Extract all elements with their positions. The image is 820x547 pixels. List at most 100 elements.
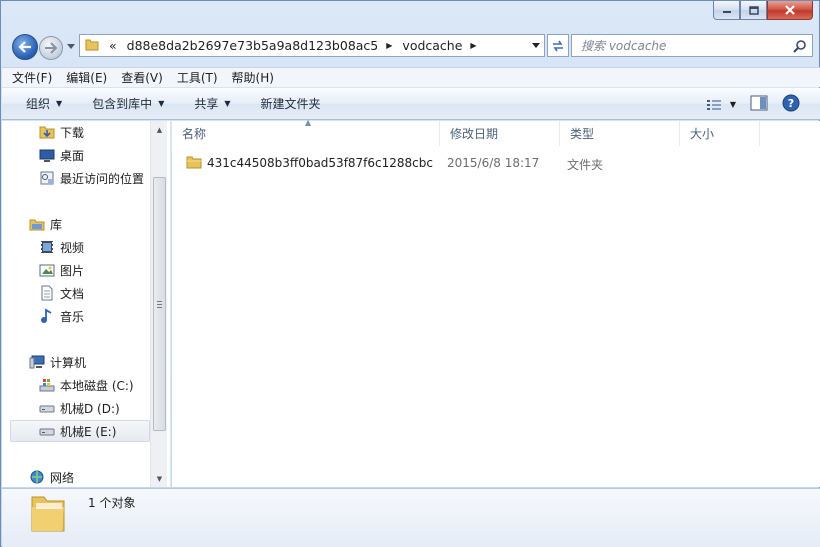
library-icon xyxy=(29,216,45,232)
share-button[interactable]: 共享 ▼ xyxy=(194,95,230,112)
nav-item-label: 下载 xyxy=(60,125,85,140)
sort-ascending-icon: ▲ xyxy=(305,118,312,127)
column-header-modified[interactable]: 修改日期 xyxy=(440,121,560,146)
folder-icon xyxy=(85,37,99,54)
column-size-label: 大小 xyxy=(690,127,715,141)
menu-edit[interactable]: 编辑(E) xyxy=(66,69,107,86)
new-folder-button[interactable]: 新建文件夹 xyxy=(261,95,321,112)
change-view-button[interactable]: ▼ xyxy=(706,98,736,112)
nav-item-music[interactable]: 音乐 xyxy=(39,305,150,327)
breadcrumb-separator-icon[interactable]: ▶ xyxy=(386,41,392,50)
column-header-size[interactable]: 大小 xyxy=(680,121,760,146)
breadcrumb-overflow[interactable]: « xyxy=(109,38,117,53)
nav-item-drive-c[interactable]: 本地磁盘 (C:) xyxy=(39,374,150,396)
nav-item-label: 机械E (E:) xyxy=(60,424,117,439)
command-bar: 组织 ▼ 包含到库中 ▼ 共享 ▼ 新建文件夹 ▼ ? xyxy=(2,88,820,120)
nav-item-label: 最近访问的位置 xyxy=(60,171,145,186)
drive-icon xyxy=(39,400,55,416)
folder-icon xyxy=(28,491,68,538)
minimize-icon xyxy=(722,11,731,13)
navigation-tree: 下载 桌面 最近访问的位置 库 视频 图片 文档 音乐 计算机 本地磁盘 (C:… xyxy=(2,121,150,487)
nav-item-computer[interactable]: 计算机 xyxy=(29,351,150,373)
music-icon xyxy=(39,308,55,324)
caption-buttons xyxy=(713,1,813,20)
nav-item-label: 桌面 xyxy=(60,148,85,163)
scrollbar-thumb[interactable] xyxy=(153,177,166,431)
column-header-type[interactable]: 类型 xyxy=(560,121,680,146)
file-row[interactable]: 431c44508b3ff0bad53f87f6c1288cbc 2015/6/… xyxy=(184,154,814,174)
breadcrumb: « d88e8da2b2697e73b5a9a8d123b08ac5 ▶ vod… xyxy=(109,38,487,53)
address-bar[interactable]: « d88e8da2b2697e73b5a9a8d123b08ac5 ▶ vod… xyxy=(79,34,545,57)
nav-item-recent[interactable]: 最近访问的位置 xyxy=(39,167,150,189)
organize-button[interactable]: 组织 ▼ xyxy=(26,95,62,112)
organize-label: 组织 xyxy=(26,97,51,111)
item-count: 1 个对象 xyxy=(88,496,136,510)
maximize-button[interactable] xyxy=(740,1,767,20)
chevron-down-icon: ▼ xyxy=(224,99,231,108)
nav-item-drive-d[interactable]: 机械D (D:) xyxy=(39,397,150,419)
scroll-down-icon[interactable]: ▼ xyxy=(151,470,168,487)
help-icon: ? xyxy=(782,94,800,112)
nav-item-documents[interactable]: 文档 xyxy=(39,282,150,304)
documents-icon xyxy=(39,285,55,301)
address-dropdown[interactable] xyxy=(528,35,544,56)
nav-item-downloads[interactable]: 下载 xyxy=(39,121,150,143)
navigation-scrollbar[interactable]: ▲ ▼ xyxy=(150,121,167,487)
breadcrumb-separator-icon[interactable]: ▶ xyxy=(470,41,476,50)
details-view-icon xyxy=(706,99,721,110)
menu-view[interactable]: 查看(V) xyxy=(121,69,163,86)
scroll-up-icon[interactable]: ▲ xyxy=(151,121,168,138)
search-input[interactable]: 搜索 vodcache xyxy=(571,34,813,57)
nav-item-drive-e[interactable]: 机械E (E:) xyxy=(10,420,150,442)
nav-item-label: 本地磁盘 (C:) xyxy=(60,378,134,393)
chevron-down-icon: ▼ xyxy=(56,99,63,108)
breadcrumb-item[interactable]: d88e8da2b2697e73b5a9a8d123b08ac5 xyxy=(127,38,379,53)
nav-item-libraries[interactable]: 库 xyxy=(29,213,150,235)
menu-help[interactable]: 帮助(H) xyxy=(232,69,274,86)
help-button[interactable]: ? xyxy=(782,94,800,115)
nav-item-network[interactable]: 网络 xyxy=(29,466,150,487)
download-folder-icon xyxy=(39,124,55,140)
preview-pane-button[interactable] xyxy=(750,95,768,114)
file-type: 文件夹 xyxy=(567,158,604,172)
nav-item-label: 库 xyxy=(50,217,63,232)
recent-pages-dropdown[interactable] xyxy=(66,41,76,51)
column-header-name[interactable]: ▲ 名称 xyxy=(172,118,440,146)
menu-bar: 文件(F) 编辑(E) 查看(V) 工具(T) 帮助(H) xyxy=(2,67,820,87)
forward-button[interactable] xyxy=(39,36,63,60)
search-icon[interactable] xyxy=(793,39,807,56)
back-button[interactable] xyxy=(12,34,38,60)
column-name-label: 名称 xyxy=(182,127,207,141)
refresh-button[interactable] xyxy=(547,34,569,57)
nav-item-pictures[interactable]: 图片 xyxy=(39,259,150,281)
menu-file[interactable]: 文件(F) xyxy=(12,69,52,86)
nav-item-videos[interactable]: 视频 xyxy=(39,236,150,258)
details-pane: 1 个对象 xyxy=(2,488,820,547)
column-modified-label: 修改日期 xyxy=(450,127,499,141)
include-in-library-button[interactable]: 包含到库中 ▼ xyxy=(92,95,164,112)
forward-arrow-icon xyxy=(45,42,58,54)
breadcrumb-item[interactable]: vodcache xyxy=(402,38,462,53)
desktop-icon xyxy=(39,147,55,163)
nav-item-label: 文档 xyxy=(60,286,85,301)
computer-icon xyxy=(29,354,45,370)
menu-tools[interactable]: 工具(T) xyxy=(177,69,218,86)
back-arrow-icon xyxy=(18,41,31,53)
video-icon xyxy=(39,239,55,255)
pane-splitter[interactable] xyxy=(167,121,171,487)
svg-text:?: ? xyxy=(788,97,794,110)
grip-icon xyxy=(157,300,162,308)
refresh-icon xyxy=(553,40,563,51)
share-label: 共享 xyxy=(194,97,219,111)
minimize-button[interactable] xyxy=(713,1,740,20)
close-button[interactable] xyxy=(767,1,813,20)
recent-places-icon xyxy=(39,170,55,186)
maximize-icon xyxy=(748,5,759,15)
nav-item-label: 机械D (D:) xyxy=(60,401,120,416)
search-placeholder: 搜索 vodcache xyxy=(581,39,667,53)
file-name: 431c44508b3ff0bad53f87f6c1288cbc xyxy=(207,156,433,170)
nav-item-label: 音乐 xyxy=(60,309,85,324)
nav-item-desktop[interactable]: 桌面 xyxy=(39,144,150,166)
close-icon xyxy=(785,5,795,15)
file-list: ▲ 名称 修改日期 类型 大小 431c44508b3ff0bad53f87f6… xyxy=(172,118,820,487)
